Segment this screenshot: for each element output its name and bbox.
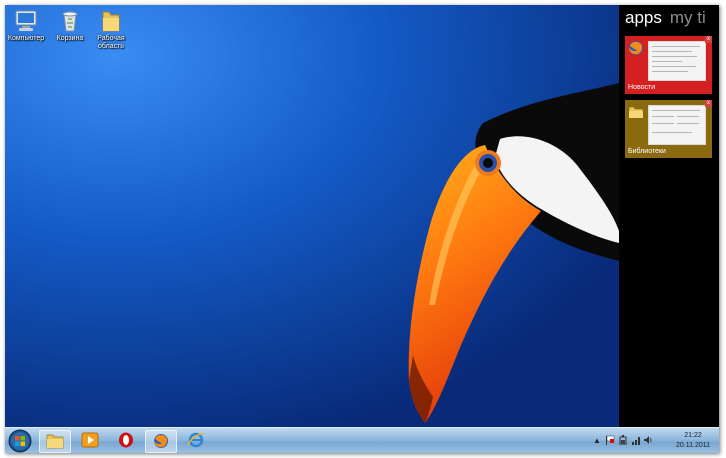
show-hidden-icons-button[interactable]: ▲: [593, 436, 601, 445]
taskbar-firefox-button[interactable]: [145, 430, 177, 453]
action-center-flag-icon[interactable]: [605, 435, 615, 445]
toucan-wallpaper: [5, 5, 619, 427]
clock-date[interactable]: 20.11.2011: [671, 442, 715, 449]
system-tray: ▲ 21:22 20.11.2011: [593, 428, 715, 453]
firefox-icon: [629, 41, 643, 55]
desktop-icon-label: Рабочая область: [97, 35, 125, 50]
ie-icon: [187, 432, 205, 448]
tile-label: Новости: [628, 84, 656, 91]
folder-icon: [46, 434, 64, 449]
desktop-icon-label: Компьютер: [7, 35, 45, 42]
app-tile-libraries[interactable]: Библиотеки x: [625, 100, 712, 158]
clock-time[interactable]: 21:22: [671, 432, 715, 439]
desktop-icon-label: Корзина: [56, 35, 84, 42]
volume-icon[interactable]: [643, 435, 653, 445]
tile-thumbnail: [648, 105, 706, 145]
apps-panel: apps my ti Новости x Библиотеки x: [619, 5, 719, 427]
tile-close-button[interactable]: x: [705, 100, 712, 107]
tab-my-tiles[interactable]: my ti: [670, 8, 706, 27]
taskbar: ▲ 21:22 20.11.2011: [5, 427, 719, 453]
recycle-bin-icon: [62, 11, 78, 32]
opera-icon: [119, 432, 133, 448]
computer-icon: [15, 10, 37, 31]
media-player-icon: [81, 432, 99, 448]
taskbar-opera-button[interactable]: [111, 430, 141, 451]
apps-panel-tabs: apps my ti: [625, 8, 706, 28]
desktop-screen: Компьютер Корзина Рабочая область apps my…: [5, 5, 719, 453]
taskbar-media-player-button[interactable]: [75, 430, 105, 451]
tab-apps[interactable]: apps: [625, 8, 662, 27]
battery-icon[interactable]: [619, 435, 627, 445]
firefox-icon: [154, 434, 168, 448]
tile-close-button[interactable]: x: [705, 36, 712, 43]
folder-icon: [628, 106, 644, 119]
desktop-icon-workspace[interactable]: Рабочая область: [84, 9, 138, 51]
network-signal-icon[interactable]: [631, 435, 641, 445]
taskbar-explorer-button[interactable]: [39, 430, 71, 453]
tile-thumbnail: [648, 41, 706, 81]
folder-icon: [102, 11, 120, 32]
taskbar-ie-button[interactable]: [181, 430, 211, 451]
tile-label: Библиотеки: [628, 148, 666, 155]
app-tile-news[interactable]: Новости x: [625, 36, 712, 94]
start-button[interactable]: [8, 429, 32, 453]
